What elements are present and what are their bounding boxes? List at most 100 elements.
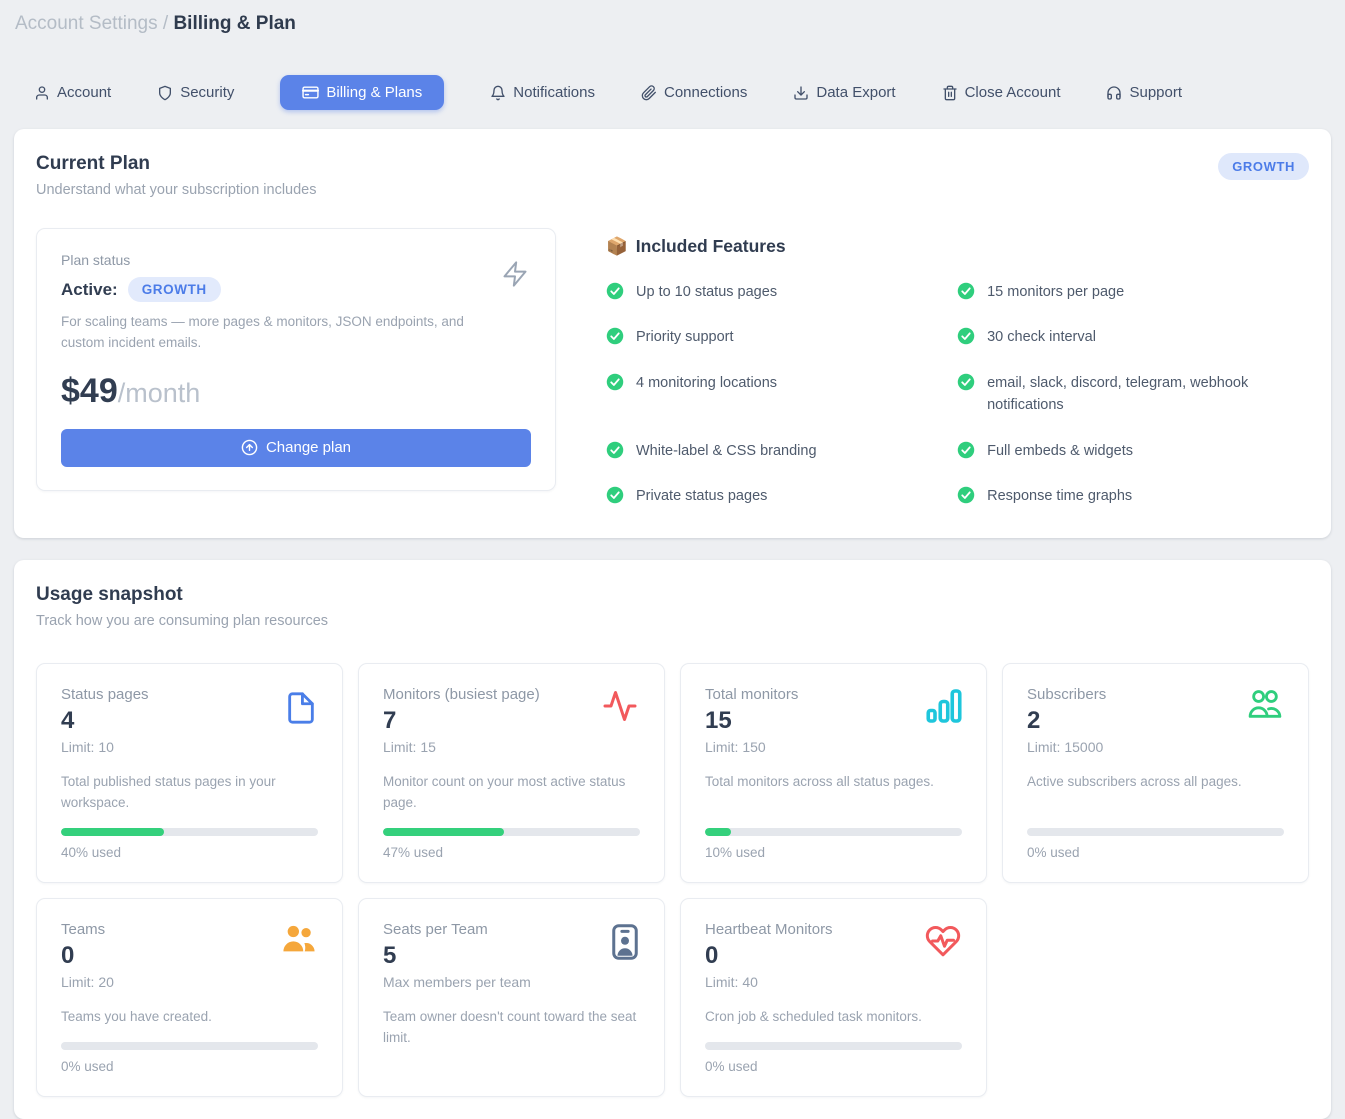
- plan-description: For scaling teams — more pages & monitor…: [61, 312, 471, 354]
- card-limit: Limit: 40: [705, 974, 962, 990]
- card-description: Monitor count on your most active status…: [383, 772, 640, 814]
- feature-item: Up to 10 status pages: [606, 281, 936, 303]
- current-plan-panel: Current Plan Understand what your subscr…: [14, 129, 1331, 538]
- card-percent-label: 47% used: [383, 845, 640, 860]
- progress-fill: [705, 828, 731, 836]
- card-value: 5: [383, 942, 640, 970]
- credit-card-icon: [302, 84, 319, 101]
- tab-notifications[interactable]: Notifications: [490, 84, 595, 101]
- card-value: 4: [61, 707, 318, 735]
- card-description: Total published status pages in your wor…: [61, 772, 318, 814]
- package-icon: 📦: [606, 236, 628, 257]
- usage-card-seats-per-team: Seats per Team 5 Max members per team Te…: [358, 898, 665, 1097]
- included-features-title: 📦 Included Features: [606, 236, 1309, 257]
- card-limit: Max members per team: [383, 974, 640, 990]
- plan-status-card: Plan status Active: GROWTH For scaling t…: [36, 228, 556, 491]
- tab-label: Close Account: [965, 84, 1061, 101]
- tab-account[interactable]: Account: [34, 84, 111, 101]
- card-description: Cron job & scheduled task monitors.: [705, 1007, 962, 1028]
- progress-track: [61, 828, 318, 836]
- settings-tab-bar: Account Security Billing & Plans Notific…: [0, 35, 1345, 110]
- progress-fill: [61, 828, 164, 836]
- plan-state: Active:: [61, 280, 118, 300]
- usage-snapshot-panel: Usage snapshot Track how you are consumi…: [14, 560, 1331, 1119]
- current-plan-title: Current Plan: [36, 153, 316, 175]
- progress-track: [705, 828, 962, 836]
- plan-badge: GROWTH: [128, 277, 221, 302]
- card-limit: Limit: 10: [61, 739, 318, 755]
- contact-icon: [610, 923, 640, 961]
- progress-fill: [383, 828, 504, 836]
- plan-corner-badge: GROWTH: [1218, 153, 1309, 180]
- card-limit: Limit: 150: [705, 739, 962, 755]
- usage-card-teams: Teams 0 Limit: 20 Teams you have created…: [36, 898, 343, 1097]
- card-value: 15: [705, 707, 962, 735]
- feature-item: Full embeds & widgets: [957, 440, 1287, 462]
- feature-item: White-label & CSS branding: [606, 440, 936, 462]
- feature-item: email, slack, discord, telegram, webhook…: [957, 372, 1287, 417]
- card-percent-label: 0% used: [705, 1059, 962, 1074]
- bar-chart-icon: [926, 688, 962, 724]
- zap-icon: [501, 257, 529, 291]
- file-icon: [284, 688, 318, 728]
- check-circle-icon: [606, 373, 624, 391]
- card-percent-label: 0% used: [61, 1059, 318, 1074]
- card-description: Active subscribers across all pages.: [1027, 772, 1284, 793]
- card-description: Team owner doesn't count toward the seat…: [383, 1007, 640, 1049]
- usage-title: Usage snapshot: [36, 584, 328, 606]
- feature-item: 4 monitoring locations: [606, 372, 936, 417]
- change-plan-label: Change plan: [266, 439, 351, 456]
- check-circle-icon: [606, 441, 624, 459]
- card-description: Total monitors across all status pages.: [705, 772, 962, 793]
- progress-track: [705, 1042, 962, 1050]
- page-title: Billing & Plan: [173, 13, 295, 34]
- paperclip-icon: [641, 85, 657, 101]
- usage-card-subscribers: Subscribers 2 Limit: 15000 Active subscr…: [1002, 663, 1309, 883]
- check-circle-icon: [957, 441, 975, 459]
- bell-icon: [490, 85, 506, 101]
- tab-billing-plans[interactable]: Billing & Plans: [280, 75, 444, 110]
- check-circle-icon: [957, 373, 975, 391]
- usage-subtitle: Track how you are consuming plan resourc…: [36, 613, 328, 629]
- card-label: Total monitors: [705, 686, 962, 703]
- feature-item: 15 monitors per page: [957, 281, 1287, 303]
- tab-label: Data Export: [816, 84, 895, 101]
- plan-price: $49: [61, 372, 118, 411]
- card-description: Teams you have created.: [61, 1007, 318, 1028]
- tab-support[interactable]: Support: [1106, 84, 1182, 101]
- included-features: 📦 Included Features Up to 10 status page…: [556, 228, 1309, 508]
- feature-item: Private status pages: [606, 485, 936, 507]
- tab-label: Security: [180, 84, 234, 101]
- team-icon: [280, 923, 318, 957]
- feature-item: Priority support: [606, 326, 936, 348]
- plan-period: /month: [118, 378, 201, 409]
- trash-icon: [942, 85, 958, 101]
- tab-security[interactable]: Security: [157, 84, 234, 101]
- usage-card-monitors-busiest: Monitors (busiest page) 7 Limit: 15 Moni…: [358, 663, 665, 883]
- shield-icon: [157, 85, 173, 101]
- card-limit: Limit: 20: [61, 974, 318, 990]
- breadcrumb-section[interactable]: Account Settings /: [15, 13, 168, 34]
- usage-card-total-monitors: Total monitors 15 Limit: 150 Total monit…: [680, 663, 987, 883]
- users-icon: [1246, 688, 1284, 722]
- check-circle-icon: [606, 327, 624, 345]
- tab-label: Connections: [664, 84, 747, 101]
- card-percent-label: 0% used: [1027, 845, 1284, 860]
- user-icon: [34, 85, 50, 101]
- tab-data-export[interactable]: Data Export: [793, 84, 895, 101]
- usage-card-status-pages: Status pages 4 Limit: 10 Total published…: [36, 663, 343, 883]
- card-label: Seats per Team: [383, 921, 640, 938]
- heart-pulse-icon: [924, 923, 962, 959]
- breadcrumb: Account Settings / Billing & Plan: [0, 0, 1345, 35]
- download-icon: [793, 85, 809, 101]
- card-label: Status pages: [61, 686, 318, 703]
- progress-track: [383, 828, 640, 836]
- check-circle-icon: [606, 282, 624, 300]
- tab-close-account[interactable]: Close Account: [942, 84, 1061, 101]
- check-circle-icon: [957, 327, 975, 345]
- change-plan-button[interactable]: Change plan: [61, 429, 531, 467]
- tab-connections[interactable]: Connections: [641, 84, 747, 101]
- card-percent-label: 40% used: [61, 845, 318, 860]
- tab-label: Notifications: [513, 84, 595, 101]
- feature-item: 30 check interval: [957, 326, 1287, 348]
